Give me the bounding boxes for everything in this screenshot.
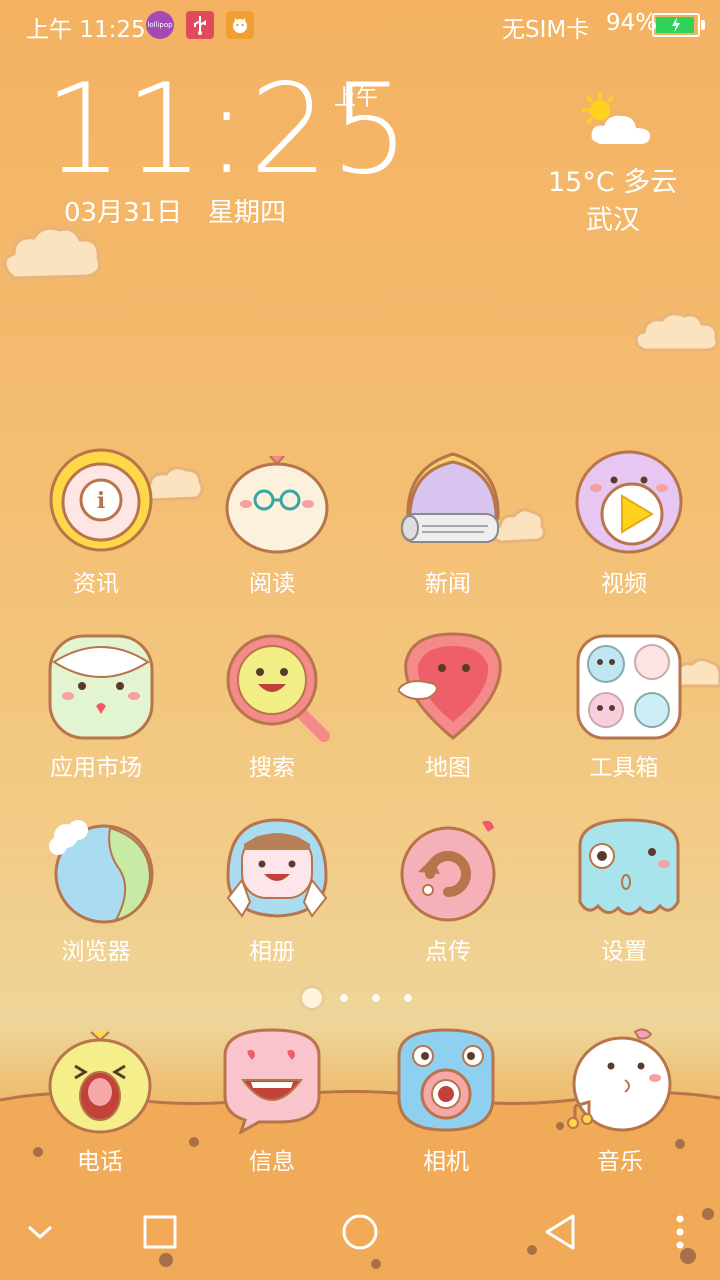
sim-status: 无SIM卡 (502, 17, 590, 43)
app-label: 浏览器 (61, 939, 131, 965)
app-label: 电话 (77, 1149, 123, 1175)
app-info[interactable]: i 资讯 (11, 448, 181, 618)
app-toolbox[interactable]: 工具箱 (539, 632, 709, 802)
battery-cap (701, 20, 705, 30)
camera-icon (397, 1028, 495, 1132)
app-gallery[interactable]: 相册 (187, 816, 357, 986)
app-label: 阅读 (249, 571, 295, 597)
back-triangle-icon (545, 1214, 575, 1250)
settings-icon (578, 818, 680, 916)
browser-globe-icon (49, 820, 154, 924)
cloud-decoration-icon (3, 226, 102, 280)
cloud-decoration-icon (634, 312, 719, 352)
status-bar: 上午 11:25 lollipop 无SIM卡 94% (0, 0, 720, 52)
recents-square-icon (143, 1215, 177, 1249)
clock-date: 03月31日 (64, 198, 183, 228)
page-dot-active[interactable] (302, 988, 322, 1008)
app-label: 音乐 (597, 1149, 643, 1175)
dock-app-music[interactable]: 音乐 (535, 1026, 705, 1176)
home-button[interactable] (334, 1206, 386, 1258)
app-settings[interactable]: 设置 (539, 816, 709, 986)
app-label: 地图 (425, 755, 471, 781)
weather-temperature: 15°C 多云 (548, 167, 678, 198)
app-transfer[interactable]: 点传 (363, 816, 533, 986)
transfer-icon (400, 820, 496, 922)
messages-icon (223, 1028, 321, 1134)
more-button[interactable] (660, 1206, 700, 1258)
app-label: 工具箱 (589, 755, 659, 781)
phone-icon (48, 1031, 152, 1134)
app-label: 视频 (601, 571, 647, 597)
battery-percent: 94% (606, 10, 658, 36)
app-label: 相机 (423, 1149, 469, 1175)
app-label: 相册 (249, 939, 295, 965)
gallery-icon (226, 818, 328, 918)
app-label: 点传 (425, 939, 471, 965)
app-label: 应用市场 (50, 755, 142, 781)
partly-cloudy-icon[interactable] (576, 90, 656, 150)
app-label: 设置 (601, 939, 647, 965)
app-market-icon (48, 634, 154, 740)
toolbox-icon (576, 634, 682, 740)
page-dot[interactable] (372, 994, 380, 1002)
app-search[interactable]: 搜索 (187, 632, 357, 802)
music-icon (567, 1028, 672, 1132)
dock-app-camera[interactable]: 相机 (361, 1026, 531, 1176)
recents-button[interactable] (134, 1206, 186, 1258)
android-notify-icon (226, 11, 254, 39)
video-play-icon (575, 450, 683, 554)
svg-text:i: i (97, 488, 105, 514)
home-circle-icon (342, 1214, 378, 1250)
app-label: 新闻 (425, 571, 471, 597)
clock-ampm: 上午 (334, 86, 379, 111)
app-label: 资讯 (73, 571, 119, 597)
dock-app-phone[interactable]: 电话 (15, 1026, 185, 1176)
app-label: 信息 (249, 1149, 295, 1175)
app-label: 搜索 (249, 755, 295, 781)
map-icon (398, 632, 502, 740)
app-news[interactable]: 新闻 (363, 448, 533, 618)
reading-icon (225, 455, 329, 554)
app-browser[interactable]: 浏览器 (11, 816, 181, 986)
battery-icon (652, 13, 700, 37)
page-dot[interactable] (340, 994, 348, 1002)
usb-icon (186, 11, 214, 39)
weather-city: 武汉 (586, 205, 640, 236)
status-time: 上午 11:25 (26, 17, 146, 43)
app-market[interactable]: 应用市场 (11, 632, 181, 802)
info-icon: i (49, 448, 153, 552)
news-icon (401, 452, 500, 543)
collapse-button[interactable] (16, 1210, 64, 1254)
app-map[interactable]: 地图 (363, 632, 533, 802)
dock-app-messages[interactable]: 信息 (187, 1026, 357, 1176)
clock-weekday: 星期四 (208, 198, 287, 228)
page-dot[interactable] (404, 994, 412, 1002)
app-reading[interactable]: 阅读 (187, 448, 357, 618)
lollipop-icon: lollipop (146, 11, 174, 39)
back-button[interactable] (534, 1206, 586, 1258)
more-dots-icon (676, 1215, 684, 1249)
chevron-down-icon (27, 1225, 53, 1240)
search-icon (226, 634, 330, 742)
app-video[interactable]: 视频 (539, 448, 709, 618)
